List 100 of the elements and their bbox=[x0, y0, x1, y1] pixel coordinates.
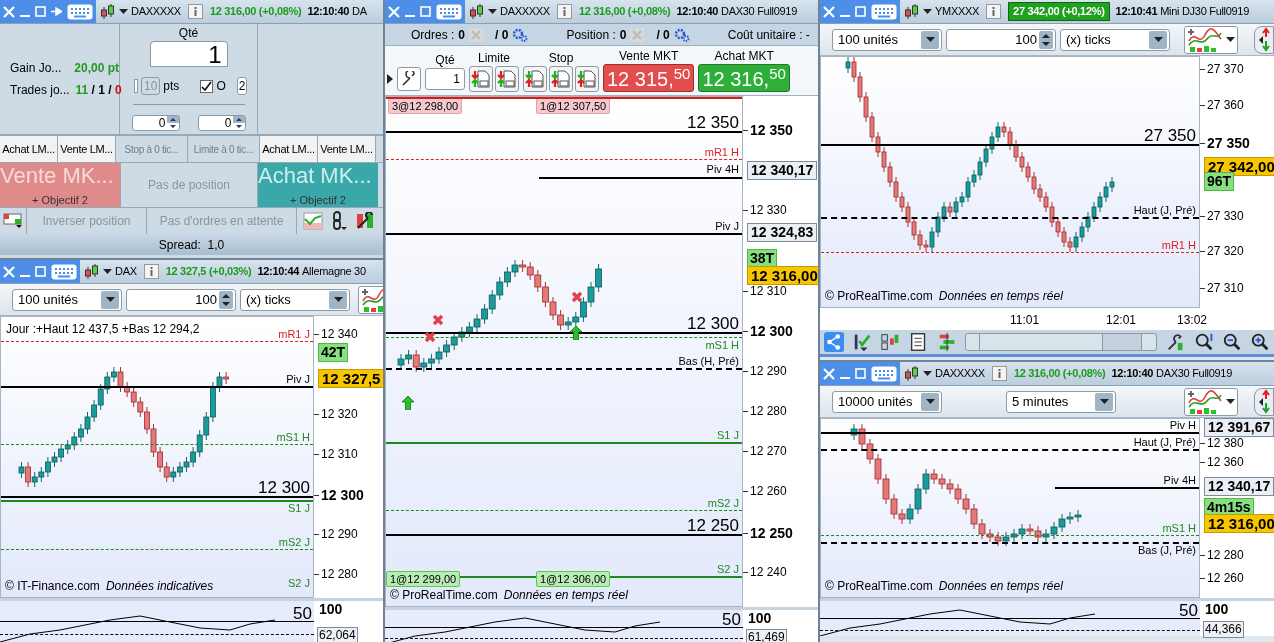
price-tag: 12 340,17 bbox=[1204, 477, 1274, 496]
buy-market-button[interactable]: Achat MK... + Objectif 2 bbox=[258, 163, 378, 207]
level-label: S1 J bbox=[288, 503, 310, 514]
dropdown-select[interactable]: (x) ticks bbox=[1060, 28, 1170, 51]
axis-label: 12 300 bbox=[749, 323, 793, 339]
price-tag: 12 391,67 bbox=[1204, 418, 1274, 437]
summary-label: Position : bbox=[566, 26, 616, 44]
quantity-field[interactable]: 1 bbox=[425, 68, 465, 90]
level-label: mS2 J bbox=[278, 537, 310, 548]
level-label: 27 350 bbox=[1144, 127, 1196, 144]
data-note: Données en temps réel bbox=[503, 587, 628, 604]
dropdown-select[interactable]: 10000 unités bbox=[832, 390, 942, 413]
quantity-field[interactable]: 1 bbox=[149, 41, 228, 67]
axis-label: 12 300 bbox=[320, 487, 364, 503]
level-label: 12 250 bbox=[687, 517, 739, 534]
axis-label: 100 bbox=[319, 602, 343, 616]
level-label: Haut (J, Pré) bbox=[1133, 437, 1196, 448]
summary-label: Ordres : bbox=[411, 26, 455, 44]
stat-label: Trades jo... bbox=[10, 82, 70, 99]
stat-label: Gain Jo... bbox=[10, 60, 63, 77]
last-price-change: 12 316,00 (+0,08%) bbox=[1013, 366, 1106, 382]
level-label: Piv 4H bbox=[1163, 475, 1196, 486]
axis-label: 12 280 bbox=[749, 403, 787, 419]
axis-label: 12 250 bbox=[749, 525, 793, 541]
level-label: mS1 H bbox=[705, 340, 739, 351]
price-tag: 12 316,00 bbox=[747, 266, 818, 285]
summary-count: 0 bbox=[458, 26, 466, 44]
order-button[interactable]: Vente LM... bbox=[58, 136, 116, 162]
axis-label: 12 320 bbox=[320, 406, 358, 422]
level-label: Bas (H, Pré) bbox=[678, 356, 739, 367]
dropdown-select[interactable]: (x) ticks bbox=[240, 288, 350, 311]
quote-time: 12:10:40 bbox=[676, 4, 719, 20]
level-label: Piv H bbox=[1169, 420, 1196, 431]
symbol-name[interactable]: DAXXXXX bbox=[131, 3, 181, 20]
symbol-name[interactable]: DAXXXXX bbox=[935, 365, 985, 382]
stat-value: 11 / 1 / 0 bbox=[75, 82, 122, 99]
axis-label: 12 290 bbox=[749, 363, 787, 379]
level-label: S2 J bbox=[288, 578, 310, 589]
copyright-text: © ProRealTime.com bbox=[825, 288, 933, 305]
order-button[interactable]: Vente LM... bbox=[318, 136, 376, 162]
quantity-label: Qté bbox=[178, 25, 199, 41]
axis-label: 12 280 bbox=[320, 566, 358, 582]
quantity-label: Qté bbox=[435, 52, 455, 68]
option-field[interactable]: 2 bbox=[236, 77, 248, 95]
level-label: mR1 J bbox=[278, 329, 310, 340]
axis-label: 27 330 bbox=[1206, 208, 1244, 224]
symbol-name[interactable]: YMXXXX bbox=[935, 3, 980, 20]
axis-label: 50 bbox=[722, 611, 741, 628]
axis-label: 12 340 bbox=[320, 326, 358, 342]
order-button[interactable]: Achat LM... bbox=[0, 136, 58, 162]
number-spinner[interactable]: 100 bbox=[946, 28, 1056, 51]
time-axis-label: 13:02 bbox=[1177, 312, 1208, 329]
order-tag[interactable]: 1@12 299,00 bbox=[386, 571, 461, 587]
order-button[interactable]: Achat LM... bbox=[260, 136, 318, 162]
data-note: Données indicatives bbox=[105, 578, 214, 595]
copyright-text: © IT-Finance.com bbox=[5, 578, 100, 595]
level-label: Haut (J, Pré) bbox=[1133, 205, 1196, 216]
daily-range-text: Jour :+Haut 12 437,5 +Bas 12 294,2 bbox=[6, 321, 200, 338]
level-label: mS1 H bbox=[276, 432, 310, 443]
axis-label: 100 bbox=[748, 611, 772, 625]
instrument-name: DAX30 Full0919 bbox=[721, 4, 797, 20]
axis-label: 50 bbox=[293, 605, 312, 622]
symbol-name[interactable]: DAX bbox=[115, 263, 137, 280]
quote-time: 12:10:40 bbox=[1111, 366, 1154, 382]
time-axis-label: 11:01 bbox=[1010, 312, 1040, 329]
sell-market-button[interactable]: 12 315,$^{50}$ bbox=[603, 64, 695, 92]
stat-value: 20,00 pt bbox=[74, 60, 119, 77]
symbol-name[interactable]: DAXXXXX bbox=[500, 3, 550, 20]
offset-spinner[interactable]: 0 bbox=[197, 115, 246, 131]
order-tag[interactable]: 1@12 306,00 bbox=[536, 571, 611, 587]
axis-label: 12 240 bbox=[749, 564, 787, 580]
quote-time: 12:10:41 bbox=[1115, 4, 1158, 20]
level-label: mR1 H bbox=[1161, 240, 1196, 251]
dropdown-select[interactable]: 100 unités bbox=[832, 28, 942, 51]
price-tag: 96T bbox=[1204, 172, 1235, 191]
level-label: 12 300 bbox=[687, 315, 739, 332]
axis-label: 27 310 bbox=[1206, 280, 1244, 296]
price-tag: 42T bbox=[318, 343, 349, 362]
price-tag: 27 342,00 bbox=[1204, 157, 1274, 176]
instrument-name: DAX30 Full0919 bbox=[1156, 366, 1232, 382]
dropdown-select[interactable]: 100 unités bbox=[12, 288, 122, 311]
level-label: Piv J bbox=[286, 374, 310, 385]
offset-spinner[interactable]: 0 bbox=[131, 115, 180, 131]
indicator-value-tag: 62,064 bbox=[317, 627, 358, 642]
last-price-change: 27 342,00 (+0,12%) bbox=[1008, 2, 1110, 21]
last-price-change: 12 316,00 (+0,08%) bbox=[209, 4, 302, 20]
axis-label: 12 260 bbox=[749, 483, 787, 499]
price-tag: 12 324,83 bbox=[747, 223, 818, 242]
dropdown-select[interactable]: 5 minutes bbox=[1006, 390, 1116, 413]
sell-market-button[interactable]: Vente MK... + Objectif 2 bbox=[0, 163, 120, 207]
data-note: Données en temps réel bbox=[938, 578, 1063, 595]
axis-label: 12 360 bbox=[1206, 454, 1244, 470]
level-label: mS1 H bbox=[1162, 523, 1196, 534]
summary-count: / 0 bbox=[656, 26, 670, 44]
data-note: Données en temps réel bbox=[938, 288, 1063, 305]
level-label: Piv J bbox=[715, 221, 739, 232]
axis-label: 27 350 bbox=[1206, 135, 1250, 151]
price-tag: 12 316,00 bbox=[1204, 514, 1274, 533]
number-spinner[interactable]: 100 bbox=[126, 288, 236, 311]
level-label: S1 J bbox=[717, 430, 739, 441]
